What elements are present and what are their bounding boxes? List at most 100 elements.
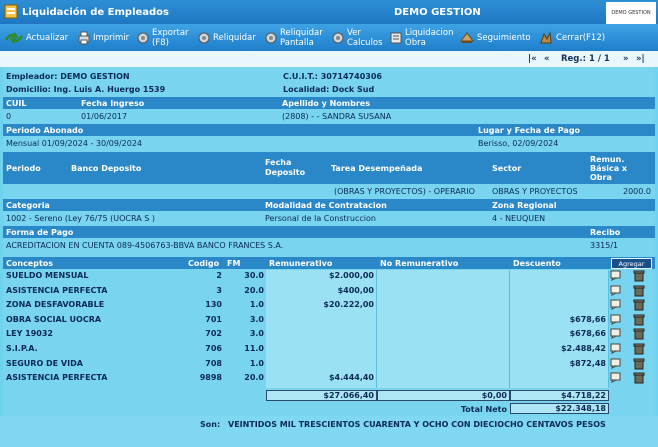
reliquidar-pantalla-label: Reliquidar Pantalla: [280, 27, 323, 48]
tracking-icon: [460, 31, 474, 43]
recibo-value: 3315/1: [590, 241, 619, 250]
liquidacion-obra-label: Liquidacion Obra: [405, 27, 454, 48]
concept-fm: 1.0: [249, 300, 264, 310]
concept-fm: 3.0: [249, 314, 264, 324]
lugar-fecha-header: Lugar y Fecha de Pago: [475, 124, 655, 136]
edit-row-icon[interactable]: [610, 299, 622, 311]
liquidacion-obra-button[interactable]: Liquidacion Obra: [389, 24, 453, 51]
edit-row-icon[interactable]: [610, 285, 622, 296]
concept-name: ASISTENCIA PERFECTA: [6, 373, 108, 383]
concept-code: 2: [216, 271, 222, 280]
total-remunerativo: $27.066,40: [266, 390, 377, 401]
seguimiento-button[interactable]: Seguimiento: [459, 24, 531, 51]
view-calc-icon: [332, 32, 344, 43]
edit-row-icon[interactable]: [610, 270, 622, 281]
delete-row-icon[interactable]: [633, 299, 645, 311]
ver-calculos-button[interactable]: Ver Calculos: [331, 24, 383, 51]
concept-code: 130: [205, 300, 222, 310]
delete-row-icon[interactable]: [633, 343, 645, 355]
concept-name: ZONA DESFAVORABLE: [6, 300, 105, 310]
employer-name: Empleador: DEMO GESTION: [6, 72, 130, 81]
remun-value: 2000.0: [623, 187, 651, 196]
edit-row-icon[interactable]: [610, 358, 622, 369]
delete-row-icon[interactable]: [633, 314, 645, 326]
add-concept-button[interactable]: Agregar: [611, 258, 652, 269]
edit-row-icon[interactable]: [610, 328, 622, 340]
reliquidar-label: Reliquidar: [213, 32, 256, 43]
concept-descuento: $872,48: [569, 358, 606, 368]
refresh-button[interactable]: Actualizar: [4, 24, 68, 51]
col-codigo: Codigo: [185, 257, 224, 269]
reliquidar-pantalla-button[interactable]: Reliquidar Pantalla: [264, 24, 323, 51]
total-no-remunerativo: $0,00: [377, 390, 510, 401]
company-name: DEMO GESTION: [394, 7, 481, 18]
concept-name: OBRA SOCIAL UOCRA: [6, 314, 102, 324]
recalc-screen-icon: [265, 32, 277, 43]
zona-header: Zona Regional: [489, 199, 655, 211]
edit-row-icon[interactable]: [610, 343, 622, 354]
record-counter: Reg.: 1 / 1: [561, 54, 610, 64]
modalidad-value: Personal de la Construccion: [265, 214, 376, 223]
edit-row-icon[interactable]: [610, 372, 622, 384]
remun-header: Remun. Básica x Obra: [587, 152, 655, 184]
concept-code: 708: [205, 358, 222, 368]
total-neto-label: Total Neto: [460, 405, 507, 414]
concept-name: LEY 19032: [6, 329, 53, 339]
concept-code: 701: [205, 314, 222, 324]
concept-fm: 20.0: [244, 285, 264, 295]
print-label: Imprimir: [93, 32, 130, 43]
company-logo: DEMO GESTION: [606, 2, 656, 24]
window-title: Liquidación de Empleados: [22, 7, 170, 18]
concept-fm: 30.0: [244, 271, 264, 280]
sector-header: Sector: [489, 152, 587, 184]
employer-locality: Localidad: Dock Sud: [283, 85, 375, 94]
sector-value: OBRAS Y PROYECTOS: [492, 187, 578, 196]
concept-name: SEGURO DE VIDA: [6, 358, 83, 368]
categoria-value: 1002 - Sereno (Ley 76/75 (UOCRA S ): [6, 214, 155, 223]
fecha-deposito-header: Fecha Deposito: [262, 152, 328, 184]
banco-header: Banco Deposito: [68, 152, 262, 184]
periodo-header: Periodo: [3, 152, 68, 184]
cuil-value: 0: [6, 112, 12, 121]
delete-row-icon[interactable]: [633, 328, 645, 340]
concept-fm: 11.0: [244, 344, 264, 353]
col-descuento: Descuento: [510, 257, 609, 269]
record-navigation: |« « Reg.: 1 / 1 » »|: [0, 51, 658, 67]
concept-fm: 1.0: [249, 358, 264, 368]
concept-code: 702: [205, 329, 222, 339]
tarea-value: (OBRAS Y PROYECTOS) - OPERARIO: [334, 187, 475, 196]
close-button[interactable]: Cerrar(F12): [538, 24, 605, 51]
apellido-header: Apellido y Nombres: [279, 97, 655, 109]
concept-remunerativo: $4.444,40: [328, 373, 374, 383]
concept-code: 9898: [199, 373, 222, 383]
concept-remunerativo: $2.000,00: [328, 271, 374, 280]
concept-name: S.I.P.A.: [6, 344, 38, 353]
son-label: Son:: [200, 420, 221, 429]
nav-last-button[interactable]: »|: [636, 54, 645, 64]
concept-name: ASISTENCIA PERFECTA: [6, 285, 108, 295]
col-remunerativo: Remunerativo: [266, 257, 377, 269]
apellido-value: (2808) - - SANDRA SUSANA: [282, 112, 392, 121]
fecha-ingreso-header: Fecha Ingreso: [78, 97, 279, 109]
delete-row-icon[interactable]: [633, 270, 645, 282]
concept-name: SUELDO MENSUAL: [6, 271, 89, 280]
app-icon: [4, 4, 18, 19]
reliquidar-button[interactable]: Reliquidar: [197, 24, 256, 51]
delete-row-icon[interactable]: [633, 372, 645, 384]
periodo-abonado-header: Periodo Abonado: [3, 124, 475, 136]
concept-remunerativo: $400,00: [337, 285, 374, 295]
export-icon: [137, 32, 149, 43]
concept-descuento: $2.488,42: [560, 344, 606, 353]
nav-prev-button[interactable]: «: [544, 54, 550, 64]
nav-next-button[interactable]: »: [623, 54, 629, 64]
delete-row-icon[interactable]: [633, 358, 645, 370]
delete-row-icon[interactable]: [633, 285, 645, 297]
edit-row-icon[interactable]: [610, 314, 622, 325]
seguimiento-label: Seguimiento: [477, 32, 531, 43]
nav-first-button[interactable]: |«: [528, 54, 537, 64]
amount-in-words-text: VEINTIDOS MIL TRESCIENTOS CUARENTA Y OCH…: [228, 420, 606, 429]
export-button[interactable]: Exportar (F8): [136, 24, 189, 51]
employer-address: Domicilio: Ing. Luis A. Huergo 1539: [6, 85, 166, 94]
total-descuento: $4.718,22: [510, 390, 609, 401]
print-button[interactable]: Imprimir: [77, 24, 129, 51]
